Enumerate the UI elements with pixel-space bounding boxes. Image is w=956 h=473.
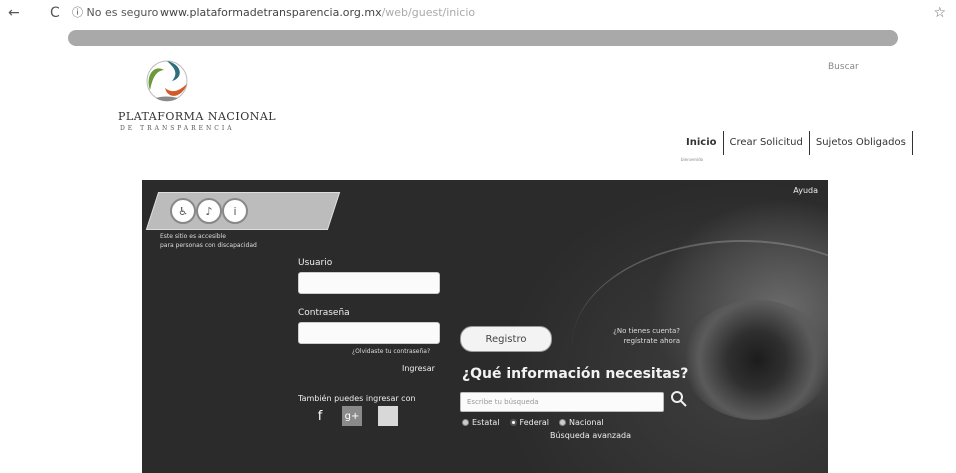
- pnt-logo-icon: [146, 60, 188, 102]
- radio-dot-selected: [509, 419, 517, 426]
- radio-dot: [559, 419, 567, 426]
- search-question: ¿Qué información necesitas?: [462, 366, 689, 382]
- header-band: [68, 30, 898, 46]
- back-arrow-icon[interactable]: ←: [8, 6, 20, 20]
- help-link[interactable]: Ayuda: [793, 186, 818, 195]
- password-label: Contraseña: [298, 308, 350, 318]
- url-text: www.plataformadetransparencia.org.mx: [160, 6, 382, 19]
- radio-label: Federal: [519, 418, 550, 427]
- facebook-icon[interactable]: f: [310, 406, 330, 426]
- reload-icon[interactable]: C: [50, 6, 60, 20]
- security-indicator[interactable]: ⓘ No es seguro: [72, 6, 158, 20]
- scope-radio-group: Estatal Federal Nacional: [462, 418, 604, 427]
- url-tail-text: /web/guest/inicio: [381, 6, 476, 19]
- user-label: Usuario: [298, 258, 333, 268]
- social-login-icon[interactable]: [378, 406, 398, 426]
- nav-crear-solicitud[interactable]: Crear Solicitud: [724, 131, 809, 155]
- radio-estatal[interactable]: Estatal: [462, 418, 500, 427]
- google-plus-icon[interactable]: g+: [342, 406, 362, 426]
- radio-label: Nacional: [569, 418, 604, 427]
- register-note[interactable]: ¿No tienes cuenta? regístrate ahora: [570, 326, 680, 346]
- register-button[interactable]: Registro: [460, 326, 552, 352]
- nav-inicio[interactable]: Inicio: [680, 131, 723, 155]
- search-icon[interactable]: [670, 390, 688, 408]
- login-button[interactable]: Ingresar: [402, 364, 435, 373]
- hero-banner: ♿ ♪ i Este sitio es accesible para perso…: [142, 180, 828, 473]
- accessibility-note: Este sitio es accesible para personas co…: [160, 233, 257, 249]
- url-field[interactable]: www.plataformadetransparencia.org.mx/web…: [160, 6, 475, 20]
- accessibility-icon[interactable]: ♿: [170, 198, 196, 224]
- logo-subtitle: DE TRANSPARENCIA: [120, 125, 235, 132]
- nav-sujetos-obligados[interactable]: Sujetos Obligados: [810, 131, 912, 155]
- info-icon[interactable]: i: [222, 198, 248, 224]
- radio-federal[interactable]: Federal: [509, 418, 550, 427]
- logo[interactable]: PLATAFORMA NACIONAL DE TRANSPARENCIA: [118, 58, 278, 138]
- social-login-label: También puedes ingresar con: [298, 394, 416, 403]
- top-search-link[interactable]: Buscar: [828, 62, 859, 72]
- main-nav: Inicio Crear Solicitud Sujetos Obligados: [680, 130, 913, 156]
- logo-title: PLATAFORMA NACIONAL: [118, 110, 277, 123]
- eye-image-iris: [682, 300, 828, 420]
- password-input[interactable]: [298, 322, 440, 344]
- audio-icon[interactable]: ♪: [196, 198, 222, 224]
- user-input[interactable]: [298, 272, 440, 294]
- radio-nacional[interactable]: Nacional: [559, 418, 604, 427]
- search-input[interactable]: Escribe tu búsqueda: [460, 392, 664, 412]
- browser-address-bar: ← C ⓘ No es seguro www.plataformadetrans…: [0, 0, 956, 28]
- nav-note: bienvenido: [681, 157, 704, 162]
- forgot-password-link[interactable]: ¿Olvidaste tu contraseña?: [352, 348, 430, 355]
- advanced-search-link[interactable]: Búsqueda avanzada: [550, 431, 631, 440]
- bookmark-star-icon[interactable]: ☆: [933, 5, 946, 21]
- nav-separator: [911, 131, 913, 155]
- radio-dot: [462, 419, 469, 426]
- radio-label: Estatal: [472, 418, 500, 427]
